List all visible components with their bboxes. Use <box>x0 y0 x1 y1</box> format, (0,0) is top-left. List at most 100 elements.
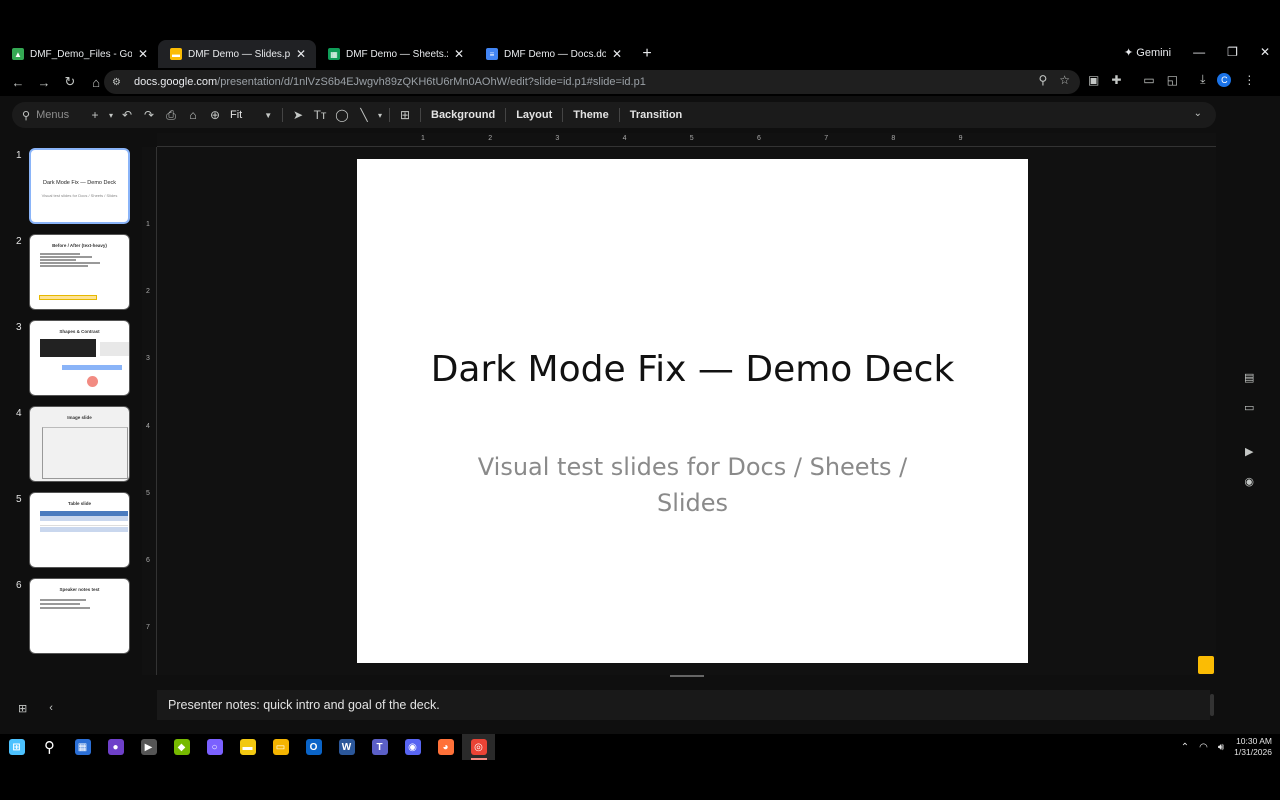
media-icon[interactable]: ▭ <box>1143 73 1154 87</box>
slide-title[interactable]: Dark Mode Fix — Demo Deck <box>357 349 1028 390</box>
horizontal-ruler[interactable]: 1 2 3 4 5 6 7 8 9 <box>157 133 1216 147</box>
theme-button[interactable]: Theme <box>567 109 614 121</box>
chevron-up-icon[interactable]: ⌃ <box>1181 742 1189 753</box>
tab-slides[interactable]: ▬ DMF Demo — Slides.pptx - Google Slides… <box>158 40 316 68</box>
notes-scrollbar[interactable] <box>1210 694 1214 716</box>
clock[interactable]: 10:30 AM 1/31/2026 <box>1234 736 1272 758</box>
chevron-down-icon[interactable]: ▾ <box>375 111 385 120</box>
taskbar-app[interactable]: ◎ <box>462 734 495 760</box>
transition-button[interactable]: Transition <box>624 109 689 121</box>
taskbar-app[interactable]: ◆ <box>165 734 198 760</box>
undo-icon[interactable]: ↶ <box>116 108 138 122</box>
taskbar-app[interactable]: ◉ <box>396 734 429 760</box>
download-icon[interactable]: ⤓ <box>1200 72 1205 87</box>
taskbar-app[interactable]: W <box>330 734 363 760</box>
keep-notes-icon[interactable]: ▤ <box>1244 371 1254 384</box>
forward-icon[interactable]: → <box>32 75 56 90</box>
taskbar-app[interactable]: ⚲ <box>33 734 66 760</box>
taskbar-app[interactable]: T <box>363 734 396 760</box>
slide-thumbnail[interactable]: Before / After (text-heavy) <box>29 234 130 310</box>
close-tab-icon[interactable]: ✕ <box>136 47 150 61</box>
taskbar-app[interactable]: ● <box>99 734 132 760</box>
layout-button[interactable]: Layout <box>510 109 558 121</box>
close-tab-icon[interactable]: ✕ <box>610 47 624 61</box>
filmstrip-item[interactable]: 3 Shapes & Contrast <box>0 320 150 400</box>
tab-sheets[interactable]: ▦ DMF Demo — Sheets.xlsx - Google Sheets… <box>316 40 474 68</box>
app-blue-icon: ▦ <box>74 739 91 755</box>
address-bar[interactable]: ⚙ docs.google.com/presentation/d/1nlVzS6… <box>104 70 1080 94</box>
extensions-puzzle-icon[interactable]: ✚ <box>1111 73 1121 87</box>
slide-thumbnail[interactable]: Image slide <box>29 406 130 482</box>
slide-thumbnail[interactable]: Table slide <box>29 492 130 568</box>
site-info-icon[interactable]: ⚙ <box>112 77 128 88</box>
wifi-icon[interactable]: ◠ <box>1199 742 1208 753</box>
print-icon[interactable]: ⎙ <box>160 108 182 123</box>
gemini-button[interactable]: ✦ Gemini <box>1124 46 1171 59</box>
text-box-icon[interactable]: Tт <box>309 108 331 122</box>
chevron-left-icon[interactable]: ‹ <box>49 702 53 715</box>
menus-search[interactable]: ⚲ Menus <box>12 109 84 122</box>
filmstrip-item[interactable]: 4 Image slide <box>0 406 150 486</box>
paint-format-icon[interactable]: ⌂ <box>182 108 204 122</box>
restore-icon[interactable]: ❐ <box>1227 45 1238 59</box>
filmstrip-item[interactable]: 6 Speaker notes test <box>0 578 150 658</box>
filmstrip-item[interactable]: 5 Table slide <box>0 492 150 572</box>
tasks-icon[interactable]: ▶ <box>1245 445 1253 458</box>
filmstrip-item[interactable]: 1 Dark Mode Fix — Demo Deck Visual test … <box>0 148 150 228</box>
file-explorer-icon: ▭ <box>272 739 289 755</box>
slide-subtitle[interactable]: Visual test slides for Docs / Sheets / S… <box>457 449 928 521</box>
grid-view-icon[interactable]: ⊞ <box>18 702 27 715</box>
close-window-icon[interactable]: ✕ <box>1260 45 1270 59</box>
cast-icon[interactable]: ◱ <box>1167 73 1178 87</box>
slides-app-icon[interactable] <box>1198 656 1214 674</box>
taskbar-app[interactable]: ◕ <box>429 734 462 760</box>
toolbar-divider <box>420 108 421 122</box>
notes-resize-handle[interactable] <box>670 675 704 677</box>
new-tab-button[interactable]: + <box>636 45 658 63</box>
shape-icon[interactable]: ◯ <box>331 108 353 122</box>
background-button[interactable]: Background <box>425 109 501 121</box>
volume-icon[interactable]: 🔊︎ <box>1218 742 1224 753</box>
comment-icon[interactable]: ⊞ <box>394 108 416 122</box>
taskbar-app[interactable]: ⊞ <box>0 734 33 760</box>
back-icon[interactable]: ← <box>6 75 30 90</box>
line-icon[interactable]: ╲ <box>353 108 375 122</box>
zoom-select[interactable]: Fit ▼ <box>226 109 278 121</box>
redo-icon[interactable]: ↷ <box>138 108 160 122</box>
toolbar-divider <box>618 108 620 122</box>
taskbar-app[interactable]: ▶ <box>132 734 165 760</box>
taskbar-app[interactable]: O <box>297 734 330 760</box>
new-slide-icon[interactable]: + <box>84 108 106 122</box>
tab-drive[interactable]: ▲ DMF_Demo_Files - Google Drive ✕ <box>0 40 158 68</box>
more-menu-icon[interactable]: ⋮ <box>1243 73 1255 87</box>
record-icon[interactable]: ◉ <box>1244 475 1254 488</box>
zoom-icon[interactable]: ⊕ <box>204 108 226 122</box>
vertical-ruler[interactable]: 1 2 3 4 5 6 7 <box>142 147 157 675</box>
taskbar-app[interactable]: ○ <box>198 734 231 760</box>
chevron-down-icon[interactable]: ▾ <box>106 111 116 120</box>
slide-thumbnail[interactable]: Speaker notes test <box>29 578 130 654</box>
taskbar-app[interactable]: ▦ <box>66 734 99 760</box>
current-slide[interactable]: Dark Mode Fix — Demo Deck Visual test sl… <box>357 159 1028 663</box>
tab-docs[interactable]: ≡ DMF Demo — Docs.docx - Google Docs ✕ <box>474 40 632 68</box>
windows-taskbar: ⊞ ⚲ ▦ ● ▶ ◆ ○ ▬ ▭ O W T ◉ ◕ ◎ ⌃ ◠ 🔊︎ 10:30 AM 1/31/202… <box>0 734 1280 760</box>
close-tab-icon[interactable]: ✕ <box>452 47 466 61</box>
extension-icon[interactable]: ▣ <box>1088 73 1099 87</box>
omnibox-actions: ⚲ ☆ <box>1038 73 1070 87</box>
slide-thumbnail[interactable]: Dark Mode Fix — Demo Deck Visual test sl… <box>29 148 130 224</box>
profile-avatar[interactable]: C <box>1217 72 1232 87</box>
close-tab-icon[interactable]: ✕ <box>294 47 308 61</box>
bookmark-star-icon[interactable]: ☆ <box>1059 73 1070 87</box>
toolbar-divider <box>282 108 283 122</box>
folder-icon[interactable]: ▭ <box>1244 401 1254 414</box>
taskbar-app[interactable]: ▭ <box>264 734 297 760</box>
taskbar-app[interactable]: ▬ <box>231 734 264 760</box>
zoom-icon[interactable]: ⚲ <box>1038 73 1047 87</box>
slide-thumbnail[interactable]: Shapes & Contrast <box>29 320 130 396</box>
speaker-notes[interactable]: Presenter notes: quick intro and goal of… <box>157 690 1210 720</box>
minimize-icon[interactable]: — <box>1193 45 1205 59</box>
select-cursor-icon[interactable]: ➤ <box>287 108 309 122</box>
reload-icon[interactable]: ↻ <box>58 74 82 90</box>
filmstrip-item[interactable]: 2 Before / After (text-heavy) <box>0 234 150 314</box>
chevron-down-icon[interactable]: ⌄ <box>1194 108 1202 119</box>
